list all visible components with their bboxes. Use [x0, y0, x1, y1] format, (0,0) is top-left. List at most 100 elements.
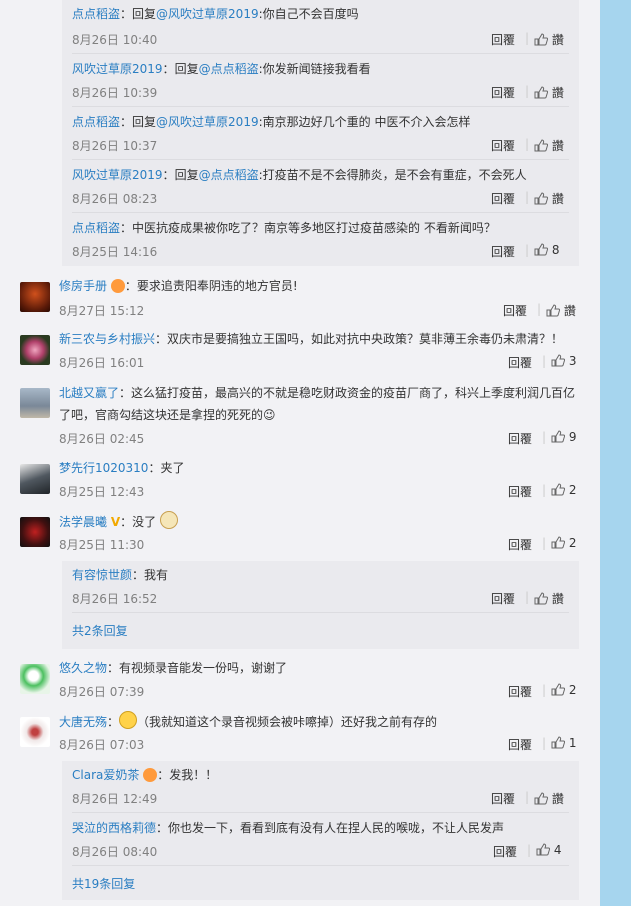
comment-text: ：要求追责阳奉阴违的地方官员!: [124, 279, 298, 293]
reply-username[interactable]: Clara爱奶茶: [72, 768, 139, 782]
reply-button[interactable]: 回覆: [508, 483, 532, 500]
reply-button[interactable]: 回覆: [491, 31, 515, 48]
smile-emoji-icon: [119, 711, 138, 729]
thumbs-up-icon: [551, 354, 565, 367]
comment-text: ：没了: [120, 515, 157, 529]
reply-button[interactable]: 回覆: [491, 190, 515, 207]
comment-feed: 点点稻盗：回复@风吹过草原2019:你自己不会百度吗 8月26日 10:40 回…: [0, 0, 600, 906]
comment-username[interactable]: 悠久之物: [59, 661, 107, 675]
reply-divider: [72, 612, 569, 613]
comment-time: 8月26日 07:39: [59, 685, 145, 699]
comment-text: ：这么猛打疫苗，最高兴的不就是稳吃财政资金的疫苗厂商了，科兴上季度利润几百亿了吧…: [59, 386, 576, 422]
comment-username[interactable]: 法学晨曦: [59, 515, 107, 529]
reply-time: 8月26日 10:39: [72, 86, 158, 100]
reply-button[interactable]: 回覆: [508, 354, 532, 371]
like-button[interactable]: 9: [551, 430, 576, 444]
reply-text: :打疫苗不是不会得肺炎，是不会有重症，不会死人: [258, 168, 527, 182]
reply-text: :你自己不会百度吗: [258, 7, 359, 21]
like-button[interactable]: 1: [551, 736, 576, 750]
divider: |: [525, 31, 530, 45]
mention-link[interactable]: @风吹过草原2019: [156, 115, 259, 129]
mention-link[interactable]: @风吹过草原2019: [156, 7, 259, 21]
reply-button[interactable]: 回覆: [491, 790, 515, 807]
avatar[interactable]: [20, 282, 50, 312]
avatar[interactable]: [20, 464, 50, 494]
reply-text: ：你也发一下，看看到底有没有人在捏人民的喉咙，不让人民发声: [156, 821, 505, 835]
reply-button[interactable]: 回覆: [491, 243, 515, 260]
thumbs-up-icon: [534, 86, 548, 99]
thumbs-up-icon: [551, 536, 565, 549]
divider: |: [525, 790, 530, 804]
badge-icon: [143, 768, 158, 782]
reply-username[interactable]: 点点稻盗: [72, 7, 120, 21]
reply-button[interactable]: 回覆: [503, 302, 527, 319]
divider: |: [542, 683, 547, 697]
view-more-replies-link[interactable]: 共2条回复: [72, 622, 128, 639]
reply-username[interactable]: 有容惊世颜: [72, 568, 132, 582]
avatar[interactable]: [20, 517, 50, 547]
reply-divider: [72, 53, 569, 54]
like-button[interactable]: 2: [551, 483, 576, 497]
divider: |: [542, 736, 547, 750]
like-button[interactable]: 8: [534, 243, 559, 257]
avatar[interactable]: [20, 388, 50, 418]
reply-button[interactable]: 回覆: [508, 736, 532, 753]
reply-button[interactable]: 回覆: [491, 84, 515, 101]
avatar[interactable]: [20, 664, 50, 694]
comment-username[interactable]: 大唐无殇: [59, 715, 107, 729]
mention-link[interactable]: @点点稻盗: [199, 168, 259, 182]
divider: |: [542, 536, 547, 550]
divider: |: [537, 302, 542, 316]
right-background-panel: [600, 0, 631, 906]
reply-button[interactable]: 回覆: [491, 137, 515, 154]
reply-button[interactable]: 回覆: [493, 843, 517, 860]
reply-button[interactable]: 回覆: [508, 430, 532, 447]
like-button[interactable]: 2: [551, 536, 576, 550]
cat-emoji-icon: [159, 511, 178, 529]
reply-username[interactable]: 点点稻盗: [72, 115, 120, 129]
divider: |: [525, 137, 530, 151]
comment-username[interactable]: 修房手册: [59, 279, 107, 293]
comment-time: 8月26日 07:03: [59, 738, 145, 752]
reply-button[interactable]: 回覆: [508, 683, 532, 700]
comment-username[interactable]: 北越又赢了: [59, 386, 119, 400]
comment-time: 8月26日 16:01: [59, 356, 145, 370]
reply-text: :你发新闻链接我看看: [258, 62, 371, 76]
comment-username[interactable]: 新三农与乡村振兴: [59, 332, 155, 346]
thumbs-up-icon: [546, 304, 560, 317]
reply-time: 8月25日 14:16: [72, 245, 158, 259]
like-button[interactable]: 讚: [546, 302, 576, 319]
thumbs-up-icon: [534, 792, 548, 805]
like-button[interactable]: 讚: [534, 84, 564, 101]
reply-text: ：我有: [132, 568, 169, 582]
comment-text: ：双庆市是要搞独立王国吗，如此对抗中央政策？莫非薄王余毒仍未肃清？！: [155, 332, 564, 346]
reply-time: 8月26日 10:37: [72, 139, 158, 153]
reply-button[interactable]: 回覆: [491, 590, 515, 607]
like-button[interactable]: 3: [551, 354, 576, 368]
like-button[interactable]: 讚: [534, 31, 564, 48]
reply-button[interactable]: 回覆: [508, 536, 532, 553]
thumbs-up-icon: [551, 683, 565, 696]
thumbs-up-icon: [534, 33, 548, 46]
mention-link[interactable]: @点点稻盗: [199, 62, 259, 76]
comment-time: 8月25日 11:30: [59, 538, 145, 552]
like-button[interactable]: 讚: [534, 190, 564, 207]
avatar[interactable]: [20, 335, 50, 365]
avatar[interactable]: [20, 717, 50, 747]
reply-username[interactable]: 哭泣的西格莉德: [72, 821, 156, 835]
reply-thread-box: 点点稻盗：回复@风吹过草原2019:你自己不会百度吗 8月26日 10:40 回…: [62, 0, 579, 266]
like-button[interactable]: 4: [536, 843, 561, 857]
reply-username[interactable]: 点点稻盗: [72, 221, 120, 235]
thumbs-up-icon: [551, 483, 565, 496]
like-button[interactable]: 讚: [534, 790, 564, 807]
comment-time: 8月27日 15:12: [59, 304, 145, 318]
reply-thread-box: 有容惊世颜：我有 8月26日 16:52 回覆 | 讚 共2条回复: [62, 561, 579, 649]
reply-username[interactable]: 风吹过草原2019: [72, 168, 163, 182]
like-button[interactable]: 2: [551, 683, 576, 697]
reply-username[interactable]: 风吹过草原2019: [72, 62, 163, 76]
like-button[interactable]: 讚: [534, 590, 564, 607]
view-more-replies-link[interactable]: 共19条回复: [72, 875, 135, 892]
comment-username[interactable]: 梦先行1020310: [59, 461, 148, 475]
like-button[interactable]: 讚: [534, 137, 564, 154]
reply-time: 8月26日 08:23: [72, 192, 158, 206]
